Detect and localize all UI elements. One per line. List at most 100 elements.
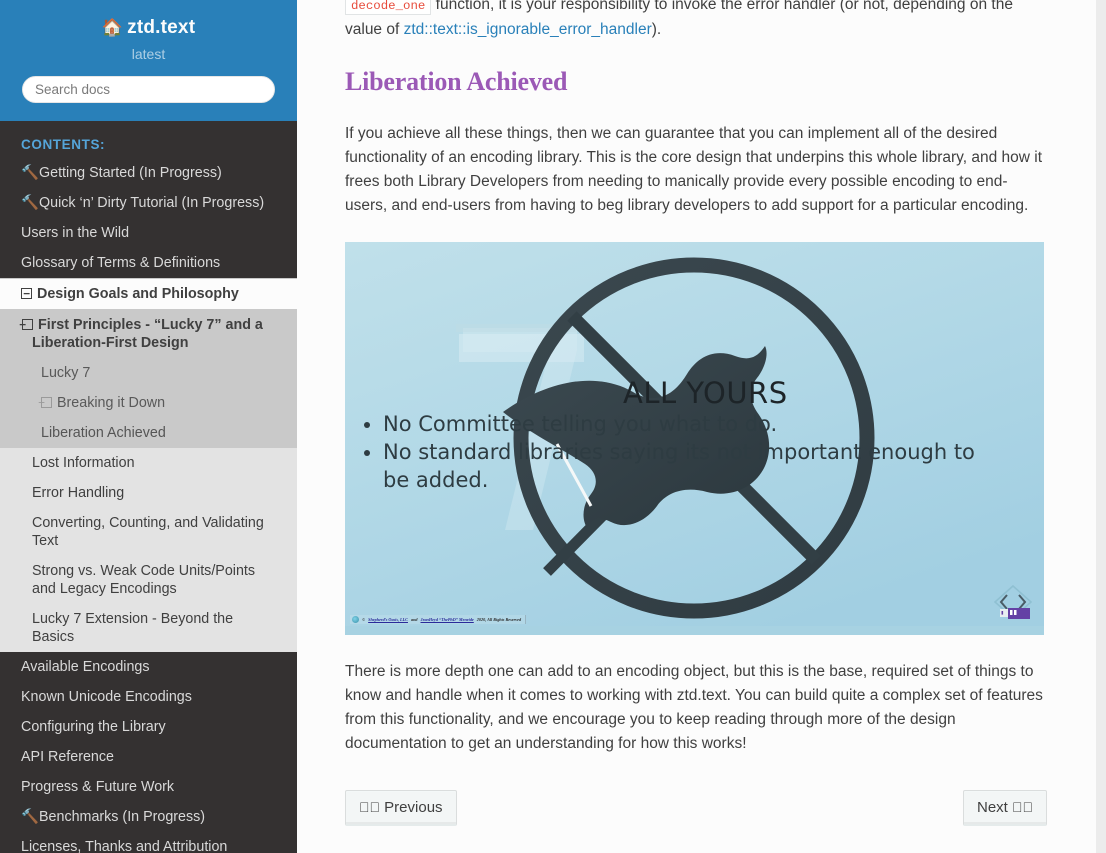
- brand-link[interactable]: 🏠 ztd.text: [12, 10, 285, 40]
- sidebar-menu-top: 🔨Getting Started (In Progress) 🔨Quick ‘n…: [0, 158, 297, 278]
- sidebar-link[interactable]: 🔨Quick ‘n’ Dirty Tutorial (In Progress): [0, 188, 297, 218]
- intro-paragraph: decode_one function, it is your responsi…: [345, 0, 1047, 42]
- sidebar-item-known-unicode-encodings[interactable]: Known Unicode Encodings: [0, 682, 297, 712]
- sidebar-item-lucky-7[interactable]: Lucky 7: [0, 358, 297, 388]
- page-scrollbar[interactable]: [1096, 0, 1106, 853]
- sidebar-link[interactable]: Configuring the Library: [0, 712, 297, 742]
- sidebar-link[interactable]: Progress & Future Work: [0, 772, 297, 802]
- sidebar-link[interactable]: − First Principles - “Lucky 7” and a Libe…: [0, 310, 297, 358]
- sidebar-link[interactable]: Converting, Counting, and Validating Tex…: [0, 508, 297, 556]
- collapse-toggle-icon[interactable]: −: [19, 319, 33, 330]
- sidebar-link[interactable]: Known Unicode Encodings: [0, 682, 297, 712]
- sidebar-navigation: 🏠ztd.text latest CONTENTS: 🔨Getting Star…: [0, 0, 297, 853]
- slide-image: ALL YOURS No Committee telling you what …: [345, 242, 1044, 635]
- sidebar-menu-current: − Design Goals and Philosophy − First Prin…: [0, 278, 297, 652]
- previous-button[interactable]: ◀⃝ Previous: [345, 790, 457, 826]
- sidebar-menu-bottom: Available Encodings Known Unicode Encodi…: [0, 652, 297, 853]
- sidebar-item-label: Getting Started (In Progress): [39, 165, 222, 181]
- slide-bullet-item: No Committee telling you what to do.: [383, 410, 984, 438]
- sidebar-item-label: Converting, Counting, and Validating Tex…: [32, 515, 264, 549]
- sidebar-link[interactable]: 🔨Benchmarks (In Progress): [0, 802, 297, 832]
- chevron-left-icon: [999, 594, 1008, 610]
- sidebar-item-label: Liberation Achieved: [41, 425, 166, 441]
- sidebar-link[interactable]: + Breaking it Down: [0, 388, 297, 418]
- slide-nav-diamond[interactable]: [990, 583, 1036, 623]
- search-form: [12, 76, 285, 103]
- document-body: decode_one function, it is your responsi…: [297, 0, 1097, 840]
- sidebar-item-licenses-thanks-attribution[interactable]: Licenses, Thanks and Attribution: [0, 832, 297, 853]
- sidebar-link[interactable]: Strong vs. Weak Code Units/Points and Le…: [0, 556, 297, 604]
- paragraph-1: If you achieve all these things, then we…: [345, 125, 1043, 214]
- sidebar-item-liberation-achieved[interactable]: Liberation Achieved: [0, 418, 297, 448]
- sidebar-link[interactable]: API Reference: [0, 742, 297, 772]
- sidebar-link[interactable]: Glossary of Terms & Definitions: [0, 248, 297, 278]
- sidebar-item-label: Benchmarks (In Progress): [39, 809, 206, 825]
- sidebar-item-glossary[interactable]: Glossary of Terms & Definitions: [0, 248, 297, 278]
- sidebar-link[interactable]: Error Handling: [0, 478, 297, 508]
- hammer-icon: 🔨: [21, 809, 39, 825]
- sidebar-item-label: Known Unicode Encodings: [21, 689, 192, 705]
- paragraph-2: There is more depth one can add to an en…: [345, 663, 1043, 752]
- credit-link-shepherds-oasis[interactable]: Shepherd’s Oasis, LLC: [368, 616, 408, 623]
- sidebar-item-users-in-the-wild[interactable]: Users in the Wild: [0, 218, 297, 248]
- reference-link-is-ignorable-error-handler[interactable]: ztd::text::is_ignorable_error_handler: [404, 21, 652, 38]
- slide-navigation-controls[interactable]: [990, 583, 1036, 623]
- sidebar-submenu-level2: − First Principles - “Lucky 7” and a Libe…: [0, 310, 297, 448]
- sidebar-link[interactable]: Liberation Achieved: [0, 418, 297, 448]
- sidebar-item-converting-counting-validating[interactable]: Converting, Counting, and Validating Tex…: [0, 508, 297, 556]
- main-content-area: decode_one function, it is your responsi…: [297, 0, 1106, 853]
- sidebar-submenu-level3: Lucky 7 + Breaking it Down Liberation Ach…: [0, 358, 297, 448]
- slide-bullet-item: No standard libraries saying its not imp…: [383, 438, 984, 494]
- sidebar-item-label: API Reference: [21, 749, 114, 765]
- collapse-toggle-icon[interactable]: −: [21, 288, 32, 299]
- sidebar-item-benchmarks[interactable]: 🔨Benchmarks (In Progress): [0, 802, 297, 832]
- sidebar-item-label: Configuring the Library: [21, 719, 166, 735]
- sidebar-link[interactable]: Licenses, Thanks and Attribution: [0, 832, 297, 853]
- sidebar-item-configuring-the-library[interactable]: Configuring the Library: [0, 712, 297, 742]
- credit-suffix: 2020, All Rights Reserved: [476, 617, 522, 622]
- sidebar-link[interactable]: Lucky 7 Extension - Beyond the Basics: [0, 604, 297, 652]
- sidebar-item-progress-future-work[interactable]: Progress & Future Work: [0, 772, 297, 802]
- sidebar-item-strong-vs-weak[interactable]: Strong vs. Weak Code Units/Points and Le…: [0, 556, 297, 604]
- search-input[interactable]: [22, 76, 275, 103]
- sidebar-item-breaking-it-down[interactable]: + Breaking it Down: [0, 388, 297, 418]
- version-label: latest: [131, 46, 166, 62]
- brand-label: ztd.text: [127, 17, 196, 38]
- intro-text-part-2: ).: [651, 21, 662, 38]
- sidebar-item-label: Lost Information: [32, 455, 135, 471]
- sidebar-item-label: Lucky 7 Extension - Beyond the Basics: [32, 611, 234, 645]
- sidebar-item-label: Lucky 7: [41, 365, 91, 381]
- sidebar-caption: CONTENTS:: [21, 137, 106, 152]
- twitch-logo-icon: [1000, 608, 1030, 619]
- footer-navigation: ◀⃝ Previous Next ▶⃝: [345, 780, 1047, 840]
- sidebar-item-first-principles[interactable]: − First Principles - “Lucky 7” and a Libe…: [0, 310, 297, 448]
- documentation-page: 🏠ztd.text latest CONTENTS: 🔨Getting Star…: [0, 0, 1106, 853]
- expand-toggle-icon[interactable]: +: [38, 397, 52, 408]
- home-icon: 🏠: [101, 18, 124, 37]
- sidebar-item-available-encodings[interactable]: Available Encodings: [0, 652, 297, 682]
- sidebar-link[interactable]: Available Encodings: [0, 652, 297, 682]
- sidebar-item-design-goals[interactable]: − Design Goals and Philosophy − First Prin…: [0, 278, 297, 652]
- sidebar-item-label: Licenses, Thanks and Attribution: [21, 839, 228, 853]
- credit-link-author[interactable]: JeanHeyd “ThePhD” Meneide: [421, 616, 474, 623]
- sidebar-item-error-handling[interactable]: Error Handling: [0, 478, 297, 508]
- slide-copyright-credit: © Shepherd’s Oasis, LLC and JeanHeyd “Th…: [350, 615, 527, 624]
- sidebar-link[interactable]: Users in the Wild: [0, 218, 297, 248]
- previous-label: Previous: [384, 799, 443, 816]
- sidebar-link[interactable]: Lost Information: [0, 448, 297, 478]
- inline-code-decode-one: decode_one: [345, 0, 432, 15]
- sidebar-item-label: Design Goals and Philosophy: [37, 286, 239, 302]
- sidebar-link[interactable]: Lucky 7: [0, 358, 297, 388]
- sidebar-item-label: Breaking it Down: [57, 395, 166, 411]
- circle-arrow-left-icon: ◀⃝: [359, 799, 380, 815]
- next-button[interactable]: Next ▶⃝: [962, 790, 1047, 826]
- sidebar-item-lost-information[interactable]: Lost Information: [0, 448, 297, 478]
- sidebar-item-label: Quick ‘n’ Dirty Tutorial (In Progress): [39, 195, 265, 211]
- sidebar-link[interactable]: 🔨Getting Started (In Progress): [0, 158, 297, 188]
- sidebar-item-label: First Principles - “Lucky 7” and a Liber…: [32, 317, 263, 351]
- sidebar-item-lucky-7-extension[interactable]: Lucky 7 Extension - Beyond the Basics: [0, 604, 297, 652]
- sidebar-item-quick-dirty-tutorial[interactable]: 🔨Quick ‘n’ Dirty Tutorial (In Progress): [0, 188, 297, 218]
- sidebar-item-getting-started[interactable]: 🔨Getting Started (In Progress): [0, 158, 297, 188]
- sidebar-item-api-reference[interactable]: API Reference: [0, 742, 297, 772]
- sidebar-link[interactable]: − Design Goals and Philosophy: [0, 278, 297, 310]
